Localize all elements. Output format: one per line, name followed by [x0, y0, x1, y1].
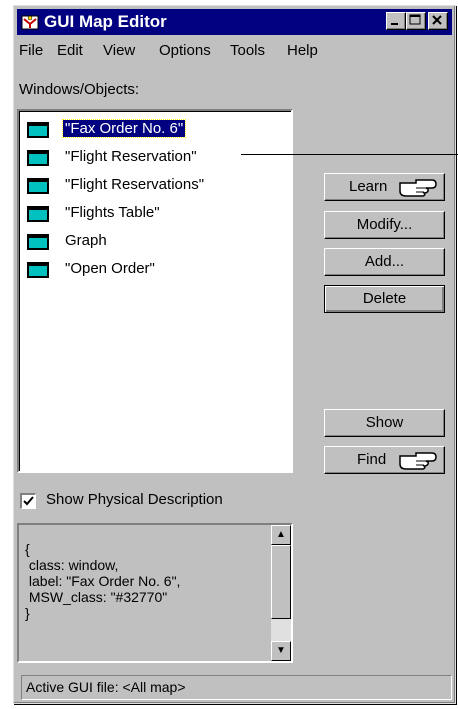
- checkmark-icon: [23, 496, 34, 506]
- close-button[interactable]: [428, 12, 448, 30]
- menu-options[interactable]: Options: [159, 42, 211, 59]
- learn-button[interactable]: Learn: [324, 173, 445, 201]
- status-bar: Active GUI file: <All map>: [21, 675, 452, 700]
- menu-view[interactable]: View: [103, 42, 135, 59]
- windows-objects-label: Windows/Objects:: [19, 81, 140, 98]
- objects-list[interactable]: "Fax Order No. 6" "Flight Reservation" "…: [17, 109, 293, 473]
- physical-description-box[interactable]: { class: window, label: "Fax Order No. 6…: [17, 523, 293, 663]
- window-object-icon: [27, 234, 49, 250]
- menu-bar: File Edit View Options Tools Help: [17, 39, 452, 63]
- window-object-icon: [27, 122, 49, 138]
- maximize-icon: [409, 14, 421, 25]
- description-scrollbar[interactable]: ▲ ▼: [271, 525, 291, 661]
- window-title: GUI Map Editor: [44, 12, 167, 31]
- menu-edit[interactable]: Edit: [57, 42, 83, 59]
- window-object-icon: [27, 150, 49, 166]
- gui-map-editor-window: GUI Map Editor File Edit View Options To…: [13, 5, 456, 704]
- menu-help[interactable]: Help: [287, 42, 318, 59]
- physical-description-text: { class: window, label: "Fax Order No. 6…: [25, 541, 181, 621]
- maximize-button[interactable]: [406, 12, 426, 30]
- show-button[interactable]: Show: [324, 409, 445, 437]
- menu-tools[interactable]: Tools: [230, 42, 265, 59]
- pointing-hand-icon: [399, 179, 437, 197]
- window-object-icon: [27, 206, 49, 222]
- scroll-up-button[interactable]: ▲: [271, 525, 291, 545]
- scroll-down-button[interactable]: ▼: [271, 641, 291, 661]
- window-object-icon: [27, 178, 49, 194]
- show-physical-label[interactable]: Show Physical Description: [46, 491, 223, 508]
- title-bar[interactable]: GUI Map Editor: [17, 9, 452, 35]
- find-button[interactable]: Find: [324, 446, 445, 474]
- app-icon: [21, 15, 39, 30]
- delete-button[interactable]: Delete: [324, 285, 445, 313]
- menu-file[interactable]: File: [19, 42, 43, 59]
- callout-line: [241, 154, 458, 155]
- minimize-icon: [391, 23, 398, 25]
- minimize-button[interactable]: [386, 12, 406, 30]
- window-object-icon: [27, 262, 49, 278]
- add-button[interactable]: Add...: [324, 248, 445, 276]
- scroll-thumb[interactable]: [271, 545, 291, 619]
- pointing-hand-icon: [399, 452, 437, 470]
- close-icon: [432, 15, 442, 25]
- modify-button[interactable]: Modify...: [324, 211, 445, 239]
- show-physical-checkbox[interactable]: [20, 493, 36, 509]
